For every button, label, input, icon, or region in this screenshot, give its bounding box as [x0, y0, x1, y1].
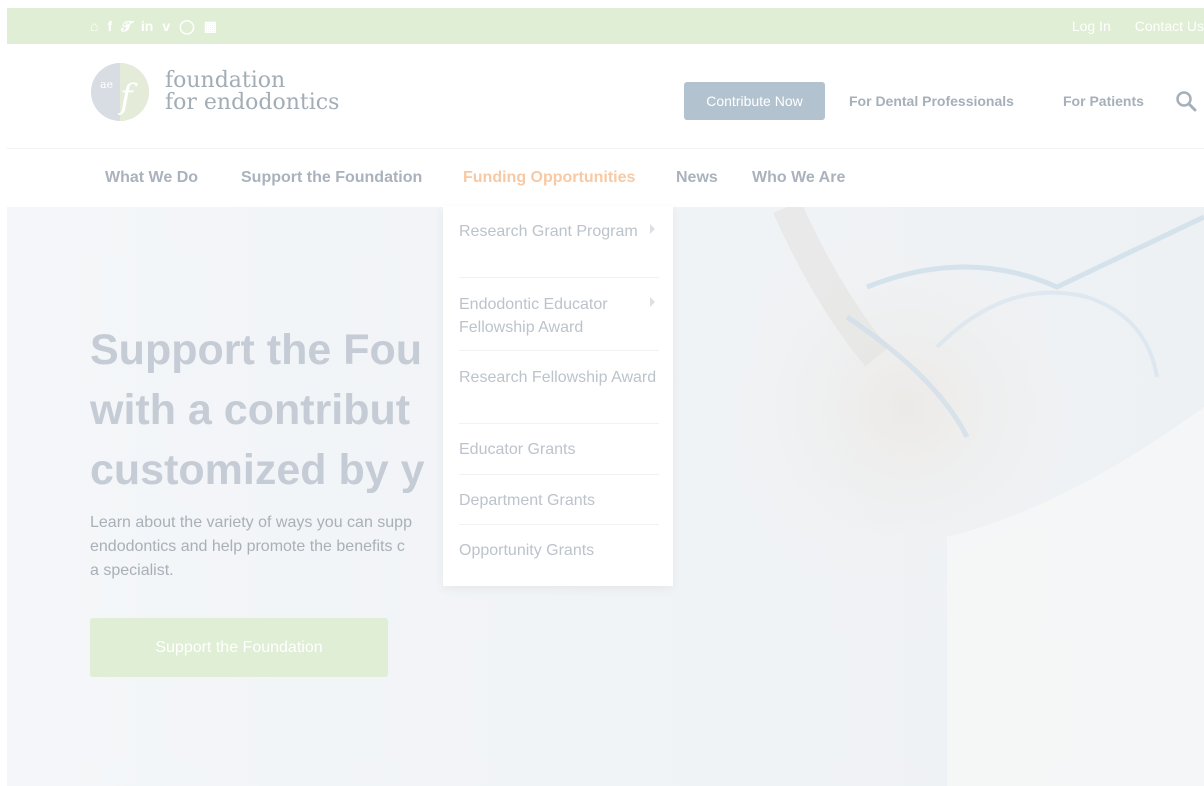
divider	[459, 524, 659, 525]
search-icon[interactable]	[1175, 90, 1197, 112]
nav-item-support-the-foundation[interactable]: Support the Foundation	[241, 149, 422, 207]
top-bar-links: Log In Contact Us	[1072, 8, 1204, 44]
for-patients-link[interactable]: For Patients	[1063, 82, 1144, 120]
linkedin-icon[interactable]: in	[141, 19, 153, 33]
social-icons: ⌂ f 𝓣 in v ◯ ▦	[90, 8, 217, 44]
funding-opportunities-dropdown: Research Grant Program Endodontic Educat…	[443, 206, 673, 586]
dropdown-item-opportunity-grants[interactable]: Opportunity Grants	[459, 539, 659, 562]
header: ae f foundation for endodontics Contribu…	[7, 44, 1204, 149]
vimeo-icon[interactable]: v	[162, 19, 170, 33]
instagram-icon[interactable]: ◯	[179, 19, 195, 33]
nav-item-funding-opportunities[interactable]: Funding Opportunities	[463, 149, 635, 207]
divider	[459, 277, 659, 278]
submenu-arrow-icon	[650, 297, 655, 307]
facebook-icon[interactable]: f	[107, 19, 112, 33]
support-the-foundation-button[interactable]: Support the Foundation	[90, 618, 388, 677]
home-icon[interactable]: ⌂	[90, 19, 98, 33]
top-bar: ⌂ f 𝓣 in v ◯ ▦ Log In Contact Us	[7, 8, 1204, 44]
logo-text[interactable]: foundation for endodontics	[165, 70, 339, 114]
log-in-link[interactable]: Log In	[1072, 18, 1111, 34]
contribute-now-button[interactable]: Contribute Now	[684, 82, 825, 120]
divider	[459, 423, 659, 424]
for-dental-professionals-link[interactable]: For Dental Professionals	[849, 82, 1014, 120]
primary-nav: What We Do Support the Foundation Fundin…	[0, 149, 1204, 207]
dropdown-item-endodontic-educator-fellowship-award[interactable]: Endodontic Educator Fellowship Award	[459, 293, 659, 339]
chat-icon[interactable]: ▦	[204, 19, 217, 33]
nav-item-who-we-are[interactable]: Who We Are	[752, 149, 845, 207]
dropdown-item-research-fellowship-award[interactable]: Research Fellowship Award	[459, 366, 659, 389]
dropdown-item-research-grant-program[interactable]: Research Grant Program	[459, 220, 659, 243]
submenu-arrow-icon	[650, 224, 655, 234]
divider	[459, 474, 659, 475]
nav-item-what-we-do[interactable]: What We Do	[105, 149, 198, 207]
nav-item-news[interactable]: News	[676, 149, 718, 207]
dropdown-item-department-grants[interactable]: Department Grants	[459, 489, 659, 512]
dropdown-item-educator-grants[interactable]: Educator Grants	[459, 438, 659, 461]
foundation-logo[interactable]: ae f	[90, 62, 150, 122]
logo-text-line2: for endodontics	[165, 90, 340, 115]
contact-us-link[interactable]: Contact Us	[1135, 18, 1204, 34]
svg-text:ae: ae	[100, 78, 113, 91]
twitter-icon[interactable]: 𝓣	[121, 19, 132, 33]
logo-text-line1: foundation	[165, 68, 286, 93]
divider	[459, 350, 659, 351]
